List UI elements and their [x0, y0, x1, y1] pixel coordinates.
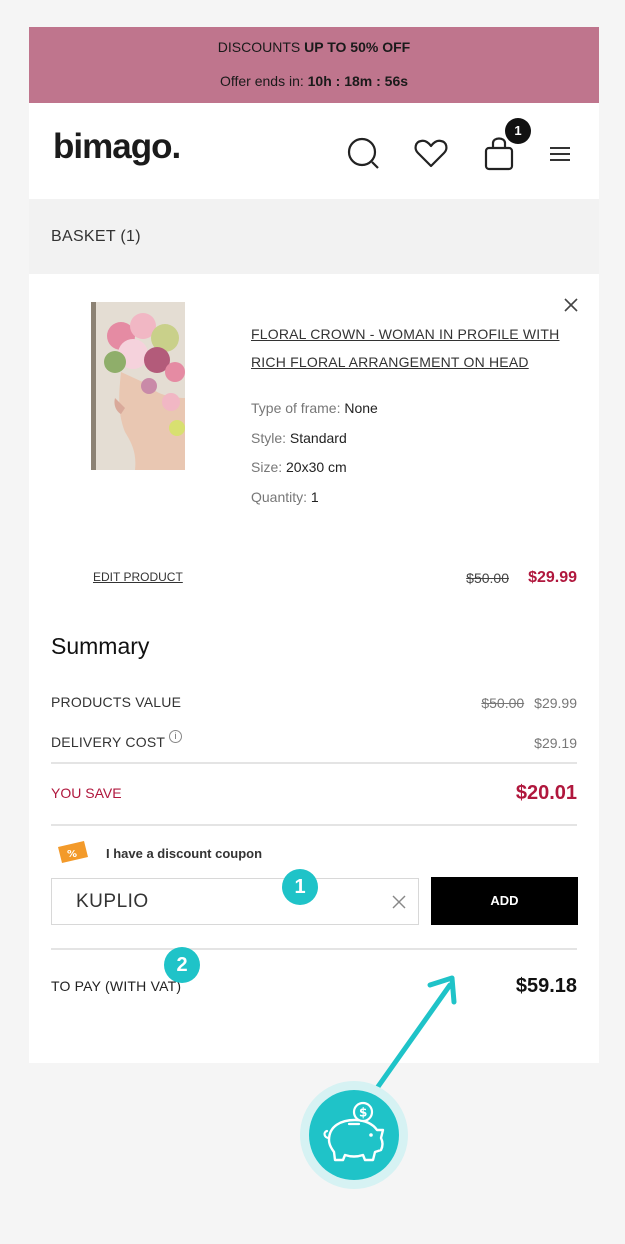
divider	[51, 948, 577, 950]
step-marker-2: 2	[164, 947, 200, 983]
basket-heading: BASKET (1)	[29, 199, 599, 274]
divider	[51, 762, 577, 764]
you-save-label: YOU SAVE	[51, 785, 122, 801]
svg-text:$: $	[359, 1106, 367, 1120]
delivery-cost-label: DELIVERY COST i	[51, 730, 183, 750]
search-icon[interactable]	[345, 133, 381, 173]
add-coupon-button[interactable]: ADD	[431, 877, 578, 925]
product-title-link[interactable]: FLORAL CROWN - WOMAN IN PROFILE WITH RIC…	[251, 320, 581, 376]
coupon-code-input[interactable]: KUPLIO	[51, 878, 419, 925]
product-attributes: Type of frame: None Style: Standard Size…	[251, 394, 378, 512]
promo-banner: DISCOUNTS UP TO 50% OFF Offer ends in: 1…	[29, 27, 599, 103]
attr-size: Size: 20x30 cm	[251, 459, 347, 475]
product-thumbnail[interactable]	[91, 302, 185, 470]
step-marker-1: 1	[282, 869, 318, 905]
basket-product-item: FLORAL CROWN - WOMAN IN PROFILE WITH RIC…	[29, 274, 599, 619]
page-frame: DISCOUNTS UP TO 50% OFF Offer ends in: 1…	[29, 27, 599, 1063]
cart-count-badge: 1	[505, 118, 531, 144]
to-pay-value: $59.18	[515, 975, 577, 997]
attr-frame: Type of frame: None	[251, 400, 378, 416]
divider	[51, 824, 577, 826]
bimago-logo[interactable]: bimago.	[53, 127, 181, 167]
products-value-label: PRODUCTS VALUE	[51, 694, 182, 710]
edit-product-link[interactable]: EDIT PRODUCT	[93, 570, 183, 584]
product-old-price: $50.00	[466, 570, 509, 586]
delivery-cost-value: $29.19	[534, 735, 577, 751]
info-icon[interactable]: i	[169, 730, 183, 743]
menu-icon[interactable]	[545, 133, 575, 173]
discount-coupon-toggle[interactable]: I have a discount coupon	[106, 846, 262, 861]
heart-icon[interactable]	[413, 133, 449, 173]
products-value: $50.00 $29.99	[481, 695, 577, 711]
svg-text:%: %	[67, 849, 77, 860]
site-header: bimago.	[29, 103, 599, 199]
order-summary: Summary PRODUCTS VALUE $50.00 $29.99 DELI…	[29, 619, 599, 1063]
you-save-value: $20.01	[515, 782, 577, 804]
coupon-tag-icon: %	[54, 841, 90, 863]
coupon-code-value: KUPLIO	[76, 891, 149, 912]
product-new-price: $29.99	[528, 569, 577, 586]
attr-style: Style: Standard	[251, 429, 347, 446]
to-pay-label: TO PAY (WITH VAT)	[51, 978, 182, 994]
attr-quantity: Quantity: 1	[251, 488, 319, 505]
summary-title: Summary	[51, 633, 150, 659]
clear-coupon-icon[interactable]	[390, 893, 408, 911]
promo-discount-line: DISCOUNTS UP TO 50% OFF	[217, 39, 411, 55]
remove-product-button[interactable]	[562, 296, 580, 314]
promo-countdown-line: Offer ends in: 10h : 18m : 56s	[219, 73, 409, 89]
piggy-bank-icon: $	[299, 1080, 409, 1190]
